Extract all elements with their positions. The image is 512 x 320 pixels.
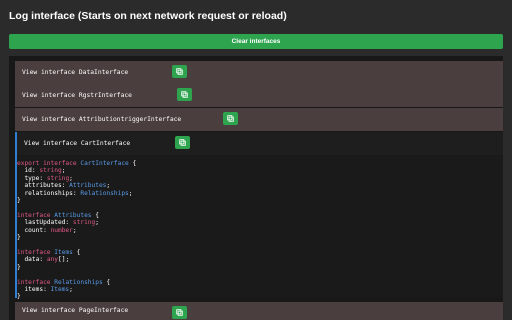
copy-icon <box>181 91 188 98</box>
interface-row-rgstrinterface[interactable]: View interface RgstrInterface <box>15 84 503 107</box>
interface-label: View interface RgstrInterface <box>22 92 132 99</box>
cartinterface-code-block: View interface CartInterface export inte… <box>15 132 503 301</box>
interface-label: View interface CartInterface <box>24 140 131 147</box>
interfaces-panel: View interface DataInterface View interf… <box>9 56 503 320</box>
copy-icon <box>176 309 183 316</box>
code-listing: export interface CartInterface { id: str… <box>17 160 137 301</box>
page-title: Log interface (Starts on next network re… <box>9 10 287 22</box>
copy-icon <box>227 115 234 122</box>
copy-icon <box>179 139 186 146</box>
interface-row-datainterface[interactable]: View interface DataInterface <box>15 61 503 84</box>
copy-button[interactable] <box>177 88 192 101</box>
interface-row-pageinterface[interactable]: View interface PageInterface <box>15 302 503 320</box>
copy-button[interactable] <box>172 306 187 319</box>
copy-icon <box>176 68 183 75</box>
interface-row-attributiontriggerinterface[interactable]: View interface AttributiontriggerInterfa… <box>15 108 503 131</box>
copy-button[interactable] <box>172 65 187 78</box>
interface-label: View interface AttributiontriggerInterfa… <box>22 116 182 123</box>
interface-label: View interface PageInterface <box>22 307 129 314</box>
clear-interfaces-button[interactable]: Clear interfaces <box>9 34 503 49</box>
interface-label: View interface DataInterface <box>22 69 129 76</box>
copy-button[interactable] <box>175 136 190 149</box>
interface-row-cartinterface[interactable]: View interface CartInterface <box>17 132 503 155</box>
copy-button[interactable] <box>223 112 238 125</box>
